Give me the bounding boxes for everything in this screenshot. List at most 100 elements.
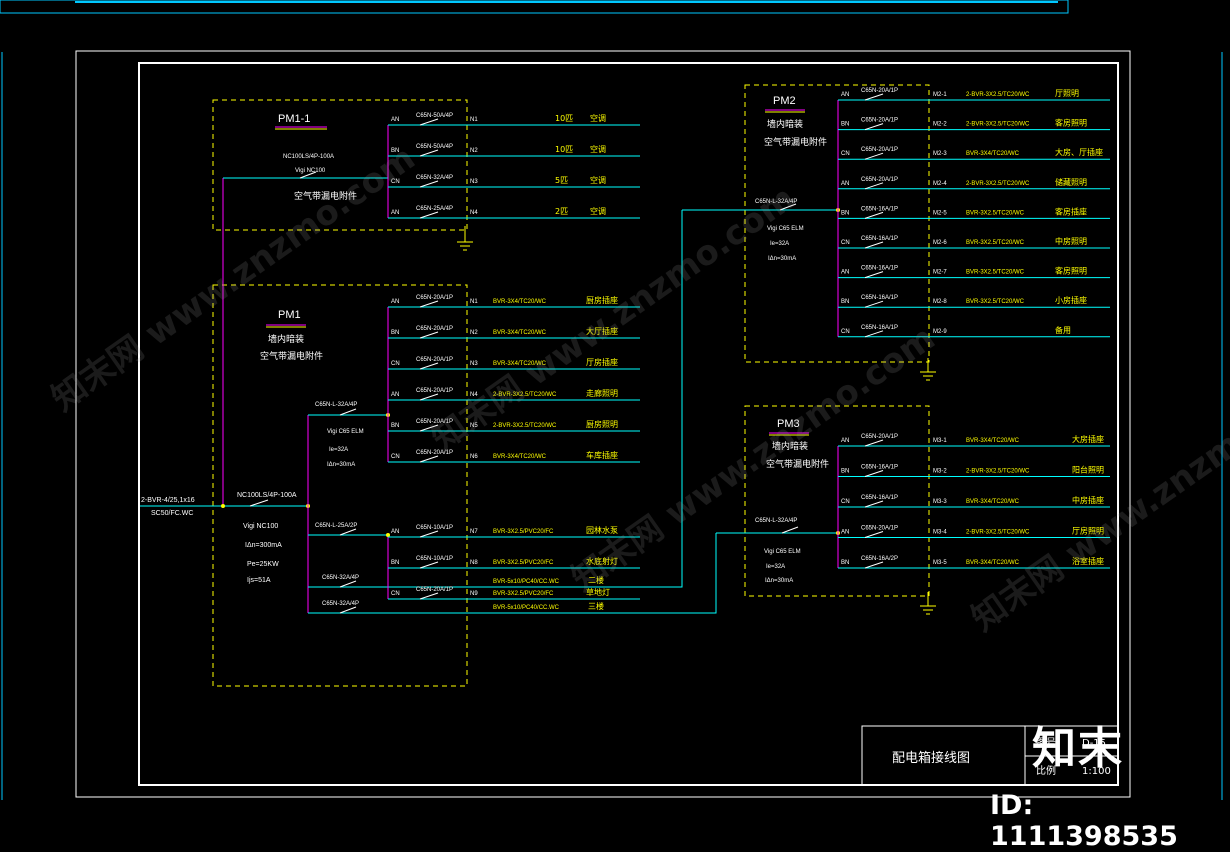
breaker-symbol bbox=[864, 561, 884, 569]
cable-label: 2-BVR-3X2.5/TC20/WC bbox=[966, 92, 1030, 98]
breaker-label: C65N-16A/1P bbox=[861, 266, 898, 272]
load-label: 中房照明 bbox=[1055, 236, 1087, 246]
panel-pm1-sub1: C65N-L-32A/4P bbox=[315, 402, 357, 408]
panel-pm1-sub1-rating: Ie=32A bbox=[329, 447, 348, 453]
breaker-label: C65N-10A/1P bbox=[416, 525, 453, 531]
breaker-label: C65N-16A/1P bbox=[861, 495, 898, 501]
cable-label: BVR-3X2.5/TC20/WC bbox=[966, 270, 1025, 276]
load-label: 厅照明 bbox=[1055, 89, 1079, 98]
phase-label: CN bbox=[841, 499, 850, 505]
cable-label: BVR-3X2.5/PVC20/FC bbox=[493, 529, 554, 535]
load-label: 小房插座 bbox=[1055, 295, 1087, 305]
panel-pm1-name: PM1 bbox=[278, 309, 301, 321]
cable-label: BVR-3X2.5/PVC20/FC bbox=[493, 591, 554, 597]
load-label: 10匹 bbox=[555, 114, 573, 123]
load-label-2: 空调 bbox=[590, 113, 606, 123]
load-label: 车库插座 bbox=[586, 450, 618, 460]
load-label: 走廊照明 bbox=[586, 388, 618, 398]
breaker-label: C65N-20A/1P bbox=[416, 357, 453, 363]
panel-pm1-header: PM1 墙内暗装 空气带漏电附件 C65N-L-32A/4P Vigi C65 … bbox=[260, 309, 390, 613]
panel-pm3-sub1-leakage: IΔn=30mA bbox=[765, 578, 793, 584]
panel-pm1-sub1-leakage: IΔn=30mA bbox=[327, 462, 355, 468]
load-label: 阳台照明 bbox=[1072, 465, 1104, 475]
breaker-label: C65N-16A/1P bbox=[861, 465, 898, 471]
phase-label: AN bbox=[391, 392, 399, 398]
phase-label: AN bbox=[841, 530, 849, 536]
circuit-label: M3-3 bbox=[933, 499, 947, 505]
circuit-label: N3 bbox=[470, 361, 478, 367]
cable-label: BVR-3X4/TC20/WC bbox=[493, 299, 547, 305]
breaker-label: C65N-20A/1P bbox=[416, 326, 453, 332]
main-leakage: IΔn=300mA bbox=[245, 542, 282, 549]
breaker-symbol bbox=[419, 592, 439, 600]
panel-pm1-desc1: 墙内暗装 bbox=[268, 333, 304, 345]
breaker-symbol bbox=[864, 152, 884, 160]
breaker-label: C65N-25A/4P bbox=[416, 206, 453, 212]
breaker-symbol bbox=[864, 93, 884, 101]
load-label: 大房、厅插座 bbox=[1055, 147, 1103, 157]
circuit-label: M3-1 bbox=[933, 438, 947, 444]
cable-label: 2-BVR-3X2.5/TC20/WC bbox=[966, 181, 1030, 187]
breaker-symbol bbox=[864, 470, 884, 477]
phase-label: AN bbox=[841, 438, 849, 444]
breaker-symbol bbox=[339, 606, 357, 614]
breaker-symbol bbox=[419, 455, 439, 463]
breaker-symbol bbox=[419, 331, 439, 339]
brand-logo: 知末 bbox=[1032, 723, 1124, 774]
panel-pm1-sub1-type: Vigi C65 ELM bbox=[327, 429, 364, 435]
circuit-label: M3-5 bbox=[933, 560, 947, 566]
circuit-label: M2-6 bbox=[933, 240, 947, 246]
circuit-label: N2 bbox=[470, 330, 478, 336]
phase-label: BN bbox=[841, 122, 849, 128]
panel-pm3-sub1: C65N-L-32A/4P bbox=[755, 518, 797, 524]
load-label-2: 空调 bbox=[590, 175, 606, 185]
cable-label: 2-BVR-3X2.5/TC20/WC bbox=[493, 423, 557, 429]
panel-pm11-main: NC100LS/4P-100A bbox=[283, 154, 334, 160]
panel-pm2-sub1-rating: Ie=32A bbox=[770, 241, 789, 247]
load-label: 厨房照明 bbox=[586, 419, 618, 429]
main-switch: NC100LS/4P-100A bbox=[237, 492, 297, 499]
phase-label: AN bbox=[391, 529, 399, 535]
circuit-label: M2-9 bbox=[933, 329, 947, 335]
incoming-cable: 2-BVR-4/25,1x16 bbox=[141, 497, 195, 504]
circuit-label: N1 bbox=[470, 117, 478, 123]
phase-label: BN bbox=[391, 560, 399, 566]
phase-label: BN bbox=[841, 210, 849, 216]
main-switch-type: Vigi NC100 bbox=[243, 523, 278, 530]
branch-circuits: ANC65N-50A/4PN1 10匹 空调BNC65N-50A/4PN2 10匹 空调… bbox=[339, 88, 1110, 614]
phase-label: BN bbox=[841, 560, 849, 566]
cable-label: 2-BVR-3X2.5/TC20/WC bbox=[966, 469, 1030, 475]
breaker-symbol bbox=[419, 149, 439, 157]
phase-label: BN bbox=[391, 423, 399, 429]
breaker-label: C65N-50A/4P bbox=[416, 113, 453, 119]
panel-pm11-name: PM1-1 bbox=[278, 113, 310, 125]
breaker-symbol bbox=[419, 530, 439, 538]
phase-label: CN bbox=[841, 329, 850, 335]
breaker-symbol bbox=[419, 211, 439, 219]
panel-pm2-desc1: 墙内暗装 bbox=[767, 118, 803, 130]
circuit-label: M2-3 bbox=[933, 151, 947, 157]
breaker-symbol bbox=[864, 182, 884, 190]
cable-label: 2-BVR-3X2.5/TC20/WC bbox=[966, 122, 1030, 128]
circuit-label: N3 bbox=[470, 179, 478, 185]
breaker-label: C65N-20A/1P bbox=[861, 177, 898, 183]
breaker-symbol bbox=[419, 362, 439, 370]
breaker-label: C65N-20A/1P bbox=[861, 526, 898, 532]
phase-label: BN bbox=[841, 469, 849, 475]
phase-label: AN bbox=[391, 117, 399, 123]
phase-label: AN bbox=[841, 92, 849, 98]
panel-pm1-sub2: C65N-L-25A/2P bbox=[315, 523, 357, 529]
load-label: 2匹 bbox=[555, 207, 568, 216]
circuit-label: M2-7 bbox=[933, 270, 947, 276]
circuit-label: N4 bbox=[470, 210, 478, 216]
phase-label: CN bbox=[841, 151, 850, 157]
breaker-label: C65N-20A/1P bbox=[416, 295, 453, 301]
load-label-2: 空调 bbox=[590, 144, 606, 154]
circuit-label: N8 bbox=[470, 560, 478, 566]
breaker-symbol bbox=[864, 300, 884, 308]
panel-pm2-name: PM2 bbox=[773, 95, 796, 107]
circuit-label: M2-8 bbox=[933, 299, 947, 305]
load-label: 客房照明 bbox=[1055, 118, 1087, 128]
load-label: 大房插座 bbox=[1072, 434, 1104, 444]
phase-label: AN bbox=[391, 299, 399, 305]
